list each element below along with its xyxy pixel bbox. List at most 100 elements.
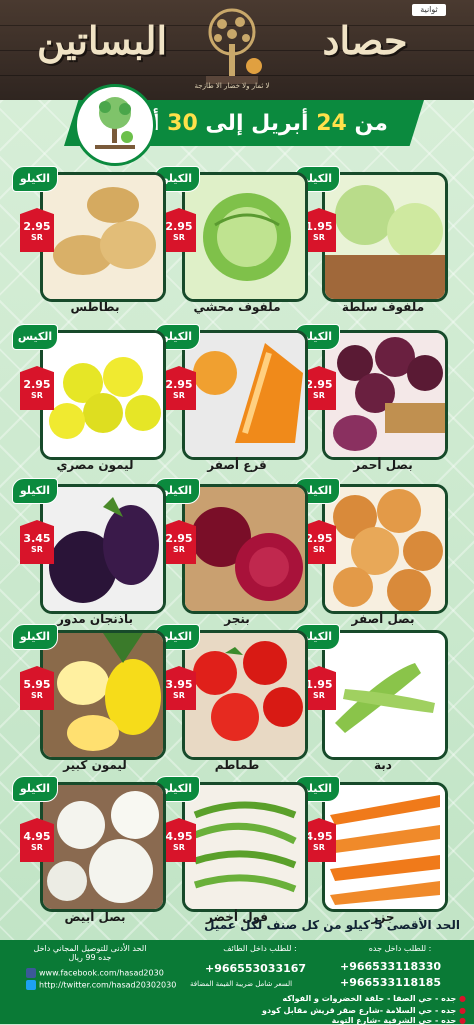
price-tag: 2.95 SR <box>162 366 196 410</box>
price-currency: SR <box>31 691 43 700</box>
price-tag: 2.95 SR <box>162 520 196 564</box>
location-pin-icon: ● <box>459 994 466 1003</box>
facebook-link[interactable]: www.facebook.com/hasad2030 <box>26 968 164 978</box>
twitter-url: http://twitter.com/hasad20302030 <box>39 980 177 990</box>
product-name: ملفوف سلطة <box>341 300 425 314</box>
price-value: 2.95 <box>23 220 51 233</box>
price-value: 4.95 <box>165 830 193 843</box>
price-currency: SR <box>173 545 185 554</box>
product-card <box>182 782 308 912</box>
delivery-minimum-title: الحد الأدنى للتوصيل المجاني داخل <box>33 944 147 953</box>
unit-badge: الكيلو <box>12 776 58 802</box>
unit-badge: الكيلو <box>12 624 58 650</box>
green-beans-image <box>185 785 305 909</box>
product-name: قرع أصفر <box>207 458 267 472</box>
carrot-image <box>325 785 445 909</box>
product-card <box>322 330 448 460</box>
product-card <box>322 172 448 302</box>
unit-badge: الكيلو <box>12 166 58 192</box>
price-value: 2.95 <box>165 378 193 391</box>
price-tag: 5.95 SR <box>20 666 54 710</box>
squash-image <box>325 633 445 757</box>
product-card <box>182 630 308 760</box>
date-prefix: من <box>346 111 388 136</box>
logo-tagline: لا ثمار ولا خضار الا طازجة <box>194 82 270 90</box>
delivery-minimum: الحد الأدنى للتوصيل المجاني داخل جده 99 … <box>20 944 160 962</box>
product-name: ليمون مصري <box>56 458 134 472</box>
price-currency: SR <box>31 233 43 242</box>
address-1: ● جده - حي الصفا - حلقة الخضروات و الفوا… <box>150 994 466 1003</box>
product-card <box>40 172 166 302</box>
product-card <box>322 630 448 760</box>
price-value: 3.95 <box>165 678 193 691</box>
address-2: ● جده - حي السلامة -شارع صقر قريش مقابل … <box>0 1006 466 1015</box>
product-card <box>182 330 308 460</box>
date-from-month: أبريل إلى <box>197 111 317 136</box>
taif-phone[interactable]: +966553033167 <box>205 962 306 975</box>
jeddah-order-title: للطلب داخل جده : <box>368 944 432 953</box>
taif-order-title: للطلب داخل الطائف : <box>223 944 297 953</box>
product-name: بطاطس <box>70 300 120 314</box>
tomato-image <box>185 633 305 757</box>
price-value: 2.95 <box>23 378 51 391</box>
white-onion-image <box>43 785 163 909</box>
corner-tag: ثوانية <box>412 4 446 16</box>
product-name: طماطم <box>214 758 260 772</box>
price-tag: 4.95 SR <box>20 818 54 862</box>
jeddah-phone-1[interactable]: +966533118330 <box>340 960 441 973</box>
eggplant-image <box>43 487 163 611</box>
price-value: 2.95 <box>165 220 193 233</box>
vat-note: السعر شامل ضريبة القيمة المضافة <box>190 980 293 988</box>
lemon-image <box>43 633 163 757</box>
brand-name-left: البساتين <box>36 18 168 63</box>
product-name: دبة <box>374 758 392 772</box>
cabbage-image <box>185 175 305 299</box>
price-currency: SR <box>173 391 185 400</box>
price-tag: 2.95 SR <box>20 366 54 410</box>
price-currency: SR <box>173 691 185 700</box>
unit-badge: الكيس <box>12 324 58 350</box>
product-card <box>40 484 166 614</box>
purchase-limit: الحد الأقصى 5 كيلو من كل صنف لكل عميل <box>204 918 460 932</box>
product-card <box>182 484 308 614</box>
date-from-number: 24 <box>316 111 347 136</box>
price-tag: 2.95 SR <box>20 208 54 252</box>
price-value: 4.95 <box>23 830 51 843</box>
lettuce-image <box>325 175 445 299</box>
price-value: 5.95 <box>23 678 51 691</box>
product-card <box>322 782 448 912</box>
unit-badge: الكيلو <box>12 478 58 504</box>
brand-name-right: حصاد <box>322 18 408 63</box>
price-currency: SR <box>173 233 185 242</box>
price-currency: SR <box>31 843 43 852</box>
pumpkin-image <box>185 333 305 457</box>
product-card <box>322 484 448 614</box>
lime-image <box>43 333 163 457</box>
product-name: ليمون كبير <box>63 758 127 772</box>
price-currency: SR <box>31 545 43 554</box>
jeddah-phone-2[interactable]: +966533118185 <box>340 976 441 989</box>
price-currency: SR <box>31 391 43 400</box>
location-pin-icon: ● <box>459 1006 466 1015</box>
product-card <box>182 172 308 302</box>
facebook-icon <box>26 968 36 978</box>
address-1-text: جده - حي الصفا - حلقة الخضروات و الفواكه <box>282 994 457 1003</box>
product-card <box>40 782 166 912</box>
price-tag: 4.95 SR <box>162 818 196 862</box>
price-tag: 3.95 SR <box>162 666 196 710</box>
footer: الحد الأدنى للتوصيل المجاني داخل جده 99 … <box>0 940 474 1025</box>
address-2-text: جده - حي السلامة -شارع صقر قريش مقابل كو… <box>262 1006 457 1015</box>
yellow-onion-image <box>325 487 445 611</box>
date-to-number: 30 <box>167 111 198 136</box>
price-value: 3.45 <box>23 532 51 545</box>
twitter-link[interactable]: http://twitter.com/hasad20302030 <box>26 980 176 990</box>
potato-image <box>43 175 163 299</box>
product-name: ملفوف محشي <box>193 300 281 314</box>
red-onion-image <box>325 333 445 457</box>
delivery-minimum-value: جده 99 ريال <box>68 953 112 962</box>
product-card <box>40 330 166 460</box>
beet-image <box>185 487 305 611</box>
header: البساتين حصاد لا ثمار ولا خضار الا طازجة… <box>0 0 474 100</box>
price-tag: 3.45 SR <box>20 520 54 564</box>
circle-tree-logo-icon <box>74 84 156 166</box>
